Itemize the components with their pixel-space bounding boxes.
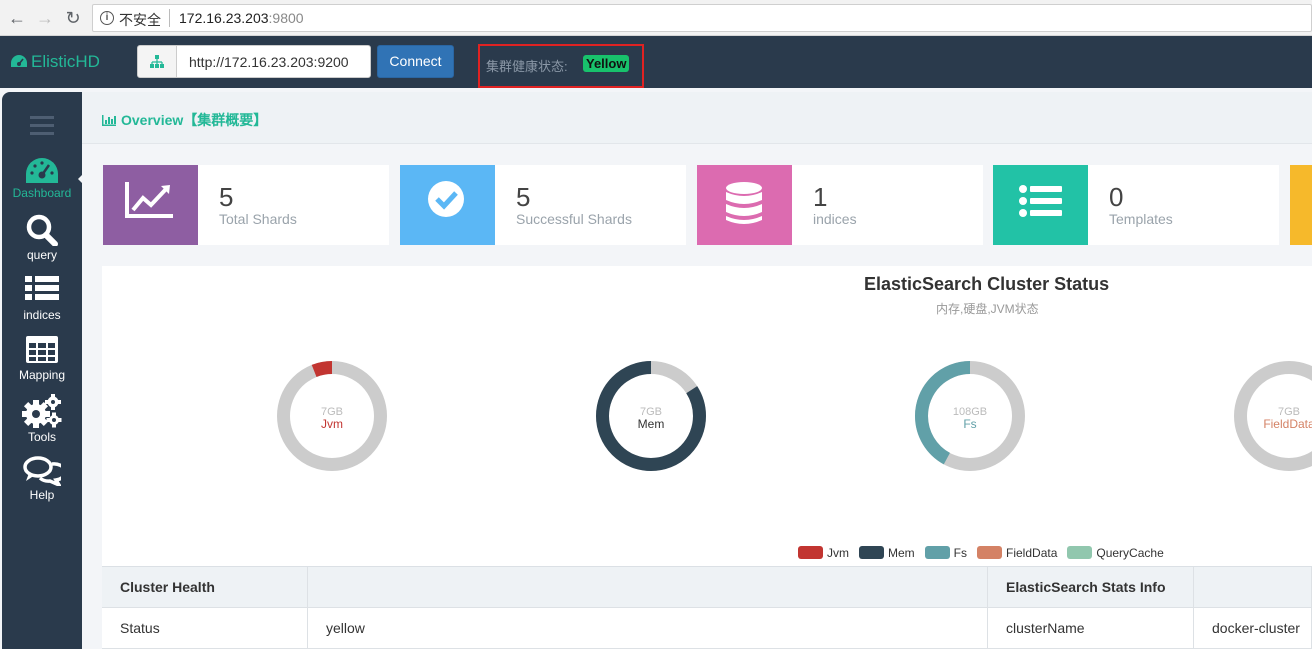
table-icon [26, 336, 58, 363]
legend-label: Fs [953, 546, 968, 560]
comments-icon [23, 456, 61, 486]
donut-track [1234, 361, 1312, 471]
stat-card-successful-shards: 5 Successful Shards [400, 165, 686, 245]
donut-fs: 108GBFs [915, 361, 1025, 471]
forward-icon[interactable]: → [34, 7, 56, 29]
legend-swatch [798, 546, 823, 559]
sitemap-icon [137, 45, 177, 78]
sidebar-item-label: Tools [27, 430, 56, 444]
legend-swatch [859, 546, 884, 559]
table-cell-key: Status [102, 608, 308, 649]
back-icon[interactable]: ← [6, 7, 28, 29]
sidebar-item-help[interactable]: Help [2, 456, 82, 502]
cluster-health-indicator: 集群健康状态: Yellow [478, 44, 644, 88]
brand[interactable]: ElisticHD [10, 52, 100, 72]
sidebar-item-label: indices [23, 308, 61, 322]
legend-label: QueryCache [1096, 546, 1164, 560]
database-icon [697, 165, 792, 245]
stat-card-total-shards: 5 Total Shards [103, 165, 389, 245]
sidebar-item-dashboard[interactable]: Dashboard [2, 156, 82, 200]
sidebar-item-label: query [26, 248, 58, 262]
stat-label: Total Shards [219, 211, 297, 227]
sidebar-item-mapping[interactable]: Mapping [2, 334, 82, 382]
sidebar: Dashboard query indices Mapping Tools He… [2, 92, 85, 649]
donut-charts: 7GBJvm 7GBMem 108GBFs 7GBFieldData [277, 361, 1312, 471]
sidebar-item-tools[interactable]: Tools [2, 394, 82, 444]
donut-fielddata: 7GBFieldData [1234, 361, 1312, 471]
chart-legend: Jvm Mem Fs FieldData QueryCache [798, 546, 1174, 560]
donut-series-label: FieldData [1263, 417, 1312, 431]
sidebar-item-label: Mapping [18, 368, 66, 382]
list-icon [993, 165, 1088, 245]
page-title: Overview【集群概要】 [102, 110, 267, 130]
table-cell-value: docker-cluster [1194, 608, 1312, 649]
info-icon[interactable]: i [100, 11, 114, 25]
health-label: 集群健康状态: [486, 59, 568, 74]
connect-button[interactable]: Connect [377, 45, 454, 78]
stat-label: Successful Shards [516, 211, 632, 227]
menu-toggle-icon[interactable] [30, 116, 54, 140]
legend-item-querycache[interactable]: QueryCache [1067, 546, 1164, 560]
reload-icon[interactable]: ↻ [62, 7, 84, 29]
table-cell-key: clusterName [988, 608, 1194, 649]
stat-value: 5 [516, 182, 531, 212]
address-bar[interactable]: i 不安全 172.16.23.203:9800 [92, 4, 1312, 32]
page-title-text: Overview【集群概要】 [121, 112, 268, 128]
security-label: 不安全 [119, 12, 161, 28]
cluster-status-chart: ElasticSearch Cluster Status 内存,硬盘,JVM状态… [102, 266, 1312, 568]
legend-item-fielddata[interactable]: FieldData [977, 546, 1057, 560]
donut-series-label: Mem [638, 417, 665, 431]
legend-label: Jvm [827, 546, 849, 560]
dashboard-icon [26, 158, 58, 183]
es-url-input[interactable] [176, 45, 371, 78]
stat-value: 5 [219, 182, 234, 212]
url-port: :9800 [268, 10, 304, 26]
health-status-badge: Yellow [583, 55, 630, 72]
address-divider [169, 9, 170, 27]
stat-label: indices [813, 211, 857, 227]
sidebar-item-label: Dashboard [12, 186, 72, 200]
app-header: ElisticHD Connect 集群健康状态: Yellow [0, 36, 1312, 88]
donut-series-label: Jvm [321, 417, 343, 431]
donut-series-label: Fs [963, 417, 976, 431]
legend-label: FieldData [1006, 546, 1058, 560]
list-icon [25, 276, 59, 300]
legend-label: Mem [888, 546, 915, 560]
table-header-empty [1194, 567, 1312, 608]
legend-item-mem[interactable]: Mem [859, 546, 915, 560]
info-table: Cluster Health ElasticSearch Stats Info … [102, 566, 1312, 649]
browser-toolbar: ← → ↻ i 不安全 172.16.23.203:9800 [0, 0, 1312, 36]
legend-swatch [977, 546, 1003, 559]
sidebar-item-query[interactable]: query [2, 214, 82, 262]
stat-card-indices: 1 indices [697, 165, 983, 245]
donut-jvm: 7GBJvm [277, 361, 387, 471]
brand-name: ElisticHD [31, 52, 100, 71]
dashboard-icon [11, 55, 27, 67]
stat-value: 0 [1109, 182, 1124, 212]
url-text: 172.16.23.203:9800 [179, 10, 304, 26]
sidebar-item-indices[interactable]: indices [2, 274, 82, 322]
table-header-cluster-health: Cluster Health [102, 567, 308, 608]
url-host: 172.16.23.203 [179, 10, 269, 26]
legend-swatch [924, 546, 950, 559]
stat-card-partial [1290, 165, 1312, 245]
donut-mem: 7GBMem [596, 361, 706, 471]
page-header: Overview【集群概要】 [82, 92, 1312, 144]
table-cell-value: yellow [308, 608, 988, 649]
stat-label: Templates [1109, 211, 1173, 227]
check-circle-icon [400, 165, 495, 245]
sidebar-item-label: Help [29, 488, 55, 502]
legend-item-jvm[interactable]: Jvm [798, 546, 849, 560]
legend-swatch [1067, 546, 1093, 559]
stat-card-templates: 0 Templates [993, 165, 1279, 245]
gears-icon [22, 394, 62, 428]
table-header-stats-info: ElasticSearch Stats Info [988, 567, 1194, 608]
line-chart-icon [103, 165, 198, 245]
bar-chart-icon [102, 115, 116, 126]
legend-item-fs[interactable]: Fs [924, 546, 968, 560]
stat-value: 1 [813, 182, 828, 212]
main-content: Overview【集群概要】 5 Total Shards 5 Successf… [82, 92, 1312, 649]
search-icon [26, 214, 58, 246]
table-header-empty [308, 567, 988, 608]
